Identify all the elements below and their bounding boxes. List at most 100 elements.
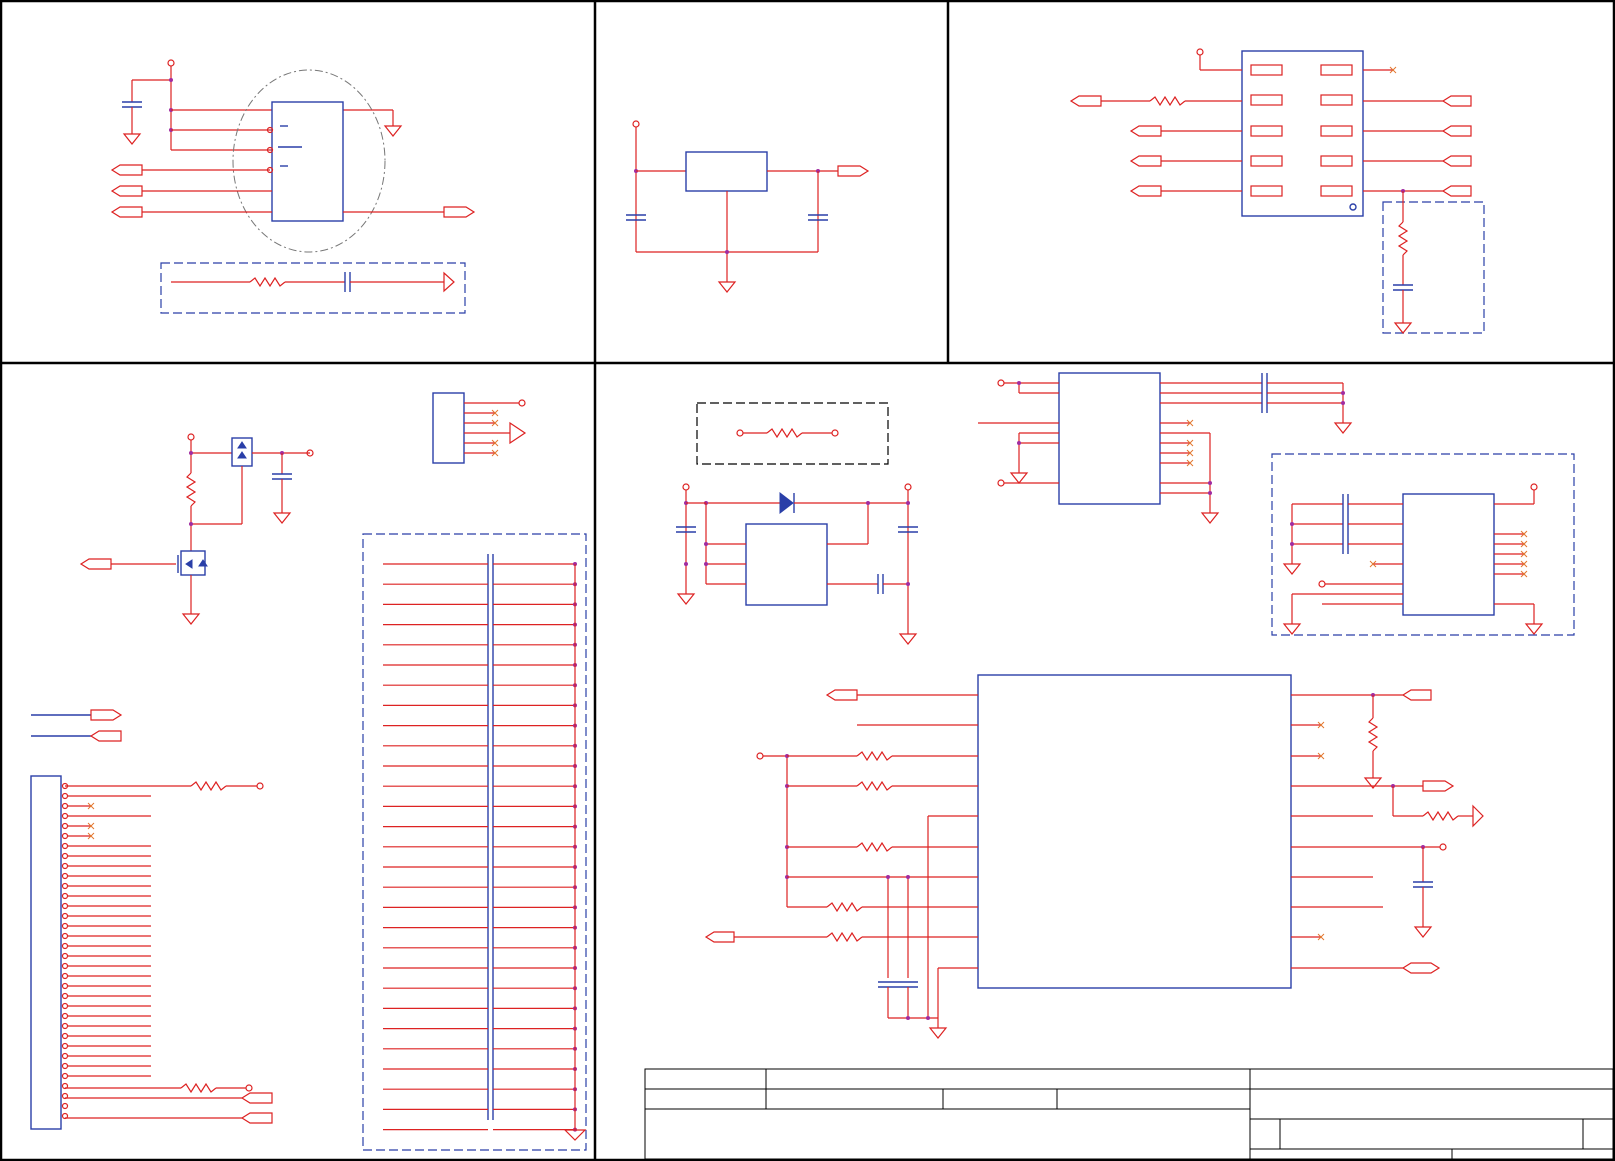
power-port-icon [518,399,526,407]
net-port [90,730,122,742]
ground-icon [1414,916,1432,938]
sheet-frame [0,0,1615,1161]
ground-icon [1334,412,1352,434]
connector-pins [1250,64,1357,211]
power-port-icon [997,379,1005,387]
capacitor-icon [344,271,351,293]
connector-pin [61,912,151,920]
decoupling-capacitor [383,1087,577,1092]
power-port-icon [756,752,764,760]
decoupling-capacitor [383,723,577,728]
ground-icon [1283,553,1301,575]
decoupling-capacitor [383,582,577,587]
power-port-icon [245,1084,253,1092]
resistor-icon [826,902,863,912]
decoupling-capacitor [383,966,577,970]
connector-pin [61,802,95,810]
ground-icon [1201,502,1219,524]
capacitor-icon [877,981,899,988]
connector-pin [61,972,151,980]
resistor-icon [1422,811,1459,821]
connector-pin [61,842,151,850]
power-port-icon [1530,483,1538,491]
ground-icon [718,271,736,293]
net-port [837,165,869,177]
option-block [696,402,889,465]
option-block [160,262,466,314]
connector-pin [61,822,95,830]
power-port-icon [632,120,640,128]
decoupling-capacitor [383,945,577,950]
net-port [1442,185,1472,197]
ground-icon [273,502,291,524]
decoupling-capacitor [383,743,577,748]
panel-top-middle [625,120,869,293]
decoupling-capacitor [383,885,577,890]
connector-pin [61,1012,151,1020]
highlight-region [232,69,386,253]
connector-pin [61,922,151,930]
decoupling-capacitor [383,1046,577,1051]
decoupling-capacitor [383,602,577,607]
ground-icon [929,1017,947,1039]
option-block [1382,201,1485,334]
ldo-chip [745,523,828,606]
decoupling-capacitor [383,824,577,829]
resistor-icon [1149,96,1186,106]
main-controller-chip [977,674,1292,989]
ground-icon [384,115,402,137]
diode-icon [779,491,794,515]
resistor-icon [1398,221,1408,256]
net-port [111,164,143,176]
decoupling-capacitor [383,905,577,910]
resistor-icon [249,277,286,287]
resistor-icon [1368,717,1378,752]
power-port-icon [187,433,195,441]
connector-pin [61,852,151,860]
connector-pin [61,1052,151,1060]
capacitor-icon [877,573,884,595]
resistor-icon [766,428,803,438]
resistor-icon [856,751,893,761]
connector-pin [61,882,151,890]
decoupling-capacitor [383,925,577,930]
resistor-icon [826,932,863,942]
power-port-icon [904,483,912,491]
net-port [241,1092,273,1104]
net-port [1402,689,1432,701]
decoupling-capacitor [383,1006,577,1011]
ground-icon [182,603,200,625]
net-port [1401,962,1441,974]
resistor-icon [190,781,227,791]
capacitor-icon [897,981,919,988]
resistor-icon [856,842,893,852]
panel-top-right [1070,48,1485,334]
ground-icon [899,623,917,645]
connector-pin [61,1072,151,1080]
title-block [644,1068,1614,1160]
power-port-icon [167,59,175,67]
net-port [1070,95,1102,107]
decoupling-capacitor [383,804,577,809]
connector-pin [61,932,151,940]
decoupling-capacitor [383,1107,577,1112]
ground-icon [1364,767,1382,789]
connector-pin [61,942,151,950]
panel-bottom-left [30,392,587,1151]
fpc-connector [30,775,62,1130]
net-port [80,558,112,570]
decoupling-capacitor [383,622,577,627]
regulator-chip [685,151,768,192]
net-port [111,206,143,218]
connector-pin [61,1062,151,1070]
decoupling-capacitor [383,1127,577,1132]
ground-icon [1394,312,1412,334]
connector-pin [61,992,151,1000]
ground-icon [1283,613,1301,635]
decoupling-capacitor [383,663,577,667]
net-port [1130,125,1162,137]
net-port [443,206,475,218]
decoupling-capacitor [383,1067,577,1071]
connector-pin [61,952,151,960]
connector-block [1241,50,1364,217]
